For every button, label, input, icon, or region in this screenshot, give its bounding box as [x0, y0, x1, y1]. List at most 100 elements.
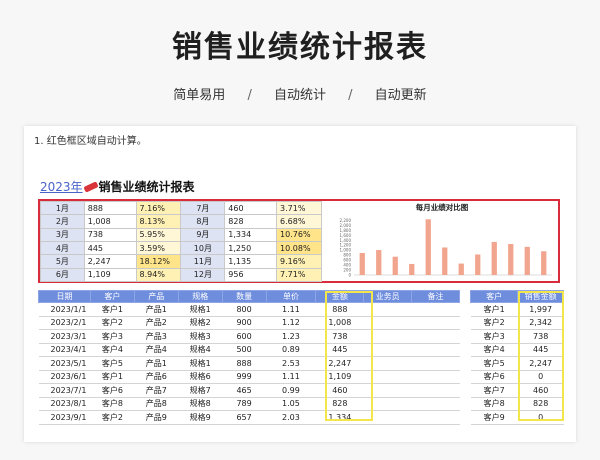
table-cell[interactable]: 500 — [222, 343, 267, 357]
table-cell[interactable]: 产品7 — [134, 383, 179, 398]
table-cell[interactable]: 产品1 — [134, 302, 179, 317]
table-cell[interactable]: 规格6 — [178, 370, 223, 384]
table-cell[interactable]: 2.03 — [266, 410, 316, 425]
table-cell[interactable]: 1.11 — [266, 302, 316, 317]
table-cell[interactable]: 客户8 — [90, 397, 135, 411]
side-table-cell[interactable]: 客户1 — [470, 302, 518, 317]
table-cell[interactable] — [411, 329, 460, 344]
side-table-cell[interactable]: 客户4 — [470, 343, 518, 357]
table-cell[interactable]: 2023/4/1 — [38, 343, 91, 357]
summary-percent: 5.95% — [135, 227, 182, 242]
table-cell[interactable]: 客户5 — [90, 356, 135, 371]
table-cell[interactable]: 规格3 — [178, 329, 223, 344]
side-table-cell[interactable]: 客户2 — [470, 316, 518, 330]
table-cell[interactable]: 客户2 — [90, 410, 135, 425]
table-cell[interactable]: 客户6 — [90, 383, 135, 398]
column-header[interactable]: 数量 — [221, 290, 267, 303]
summary-value: 888 — [83, 200, 137, 216]
table-cell[interactable]: 规格1 — [178, 302, 223, 317]
table-cell[interactable]: 0.99 — [266, 383, 316, 398]
table-cell[interactable] — [411, 302, 460, 317]
table-cell[interactable]: 客户2 — [90, 316, 135, 330]
table-cell[interactable] — [411, 370, 460, 384]
column-header[interactable]: 单价 — [265, 290, 317, 303]
column-header[interactable]: 产品 — [133, 290, 179, 303]
table-cell[interactable]: 产品2 — [134, 316, 179, 330]
side-column-header[interactable]: 客户 — [469, 290, 519, 303]
table-cell[interactable]: 600 — [222, 329, 267, 344]
table-cell[interactable]: 999 — [222, 370, 267, 384]
table-cell[interactable]: 规格7 — [178, 383, 223, 398]
side-table-cell[interactable]: 客户8 — [470, 397, 518, 411]
customer-amount-highlight-frame — [518, 291, 564, 421]
table-cell[interactable]: 2023/1/1 — [38, 302, 91, 317]
table-cell[interactable]: 0.89 — [266, 343, 316, 357]
column-header[interactable]: 规格 — [177, 290, 223, 303]
table-cell[interactable]: 2023/8/1 — [38, 397, 91, 411]
table-cell[interactable]: 465 — [222, 383, 267, 398]
table-cell[interactable]: 2023/6/1 — [38, 370, 91, 384]
side-table-cell[interactable]: 客户9 — [470, 410, 518, 425]
table-cell[interactable]: 客户4 — [90, 343, 135, 357]
table-cell[interactable]: 规格4 — [178, 343, 223, 357]
spreadsheet-preview: 1. 红色框区域自动计算。 2023年 销售业绩统计报表 1月 888 7.16% 7月… — [24, 126, 576, 442]
column-header[interactable]: 客户 — [89, 290, 135, 303]
table-cell[interactable] — [411, 397, 460, 411]
table-cell[interactable]: 客户1 — [90, 302, 135, 317]
table-cell[interactable]: 客户3 — [90, 329, 135, 344]
table-row: 2023/4/1 客户4 产品4 规格4 500 0.89 445 — [38, 343, 460, 357]
table-cell[interactable]: 800 — [222, 302, 267, 317]
column-header[interactable]: 备注 — [411, 290, 460, 303]
summary-value: 2,247 — [83, 254, 137, 269]
table-cell[interactable]: 1.05 — [266, 397, 316, 411]
monthly-summary-table: 1月 888 7.16% 7月 460 3.71% 2月 1,008 8.13% 8月 828 6.6… — [40, 200, 322, 282]
table-cell[interactable]: 产品9 — [134, 410, 179, 425]
table-cell[interactable]: 1.11 — [266, 370, 316, 384]
table-cell[interactable]: 产品8 — [134, 397, 179, 411]
table-cell[interactable] — [411, 410, 460, 425]
chart-bar — [359, 252, 365, 275]
summary-row: 3月 738 5.95% 9月 1,334 10.76% — [40, 227, 322, 242]
table-cell[interactable]: 规格1 — [178, 356, 223, 371]
table-cell[interactable]: 888 — [222, 356, 267, 371]
table-cell[interactable]: 1.23 — [266, 329, 316, 344]
table-cell[interactable]: 789 — [222, 397, 267, 411]
column-header[interactable]: 日期 — [38, 290, 91, 303]
table-cell[interactable]: 产品3 — [134, 329, 179, 344]
table-cell[interactable]: 2023/2/1 — [38, 316, 91, 330]
side-table-cell[interactable]: 客户5 — [470, 356, 518, 371]
y-tick-label: 2,200 — [340, 218, 352, 223]
table-cell[interactable]: 2023/9/1 — [38, 410, 91, 425]
side-table-cell[interactable]: 客户3 — [470, 329, 518, 344]
summary-percent: 10.08% — [276, 240, 322, 256]
table-cell[interactable]: 客户1 — [90, 370, 135, 384]
table-cell[interactable]: 产品4 — [134, 343, 179, 357]
side-table-cell[interactable]: 客户6 — [470, 370, 518, 384]
tag-easy: 简单易用 — [173, 88, 226, 103]
table-cell[interactable]: 产品6 — [134, 370, 179, 384]
y-tick-label: 2,000 — [340, 223, 352, 228]
report-title-text: 销售业绩统计报表 — [98, 180, 195, 194]
table-cell[interactable]: 2023/5/1 — [38, 356, 91, 371]
table-cell[interactable] — [411, 316, 460, 330]
table-cell[interactable]: 2023/3/1 — [38, 329, 91, 344]
y-tick-label: 1,400 — [340, 238, 352, 243]
table-cell[interactable]: 产品1 — [134, 356, 179, 371]
table-cell[interactable] — [411, 343, 460, 357]
amount-highlight-frame — [325, 291, 373, 421]
table-cell[interactable]: 规格8 — [178, 397, 223, 411]
summary-month: 5月 — [40, 254, 85, 269]
table-cell[interactable] — [411, 383, 460, 398]
summary-value: 445 — [83, 240, 137, 256]
table-cell[interactable]: 2023/7/1 — [38, 383, 91, 398]
table-cell[interactable]: 1.12 — [266, 316, 316, 330]
table-cell[interactable]: 规格2 — [178, 316, 223, 330]
table-cell[interactable]: 规格9 — [178, 410, 223, 425]
summary-value: 460 — [224, 200, 278, 216]
table-row: 2023/1/1 客户1 产品1 规格1 800 1.11 888 — [38, 302, 460, 317]
table-cell[interactable]: 657 — [222, 410, 267, 425]
table-cell[interactable] — [411, 356, 460, 371]
side-table-cell[interactable]: 客户7 — [470, 383, 518, 398]
table-cell[interactable]: 900 — [222, 316, 267, 330]
table-cell[interactable]: 2.53 — [266, 356, 316, 371]
